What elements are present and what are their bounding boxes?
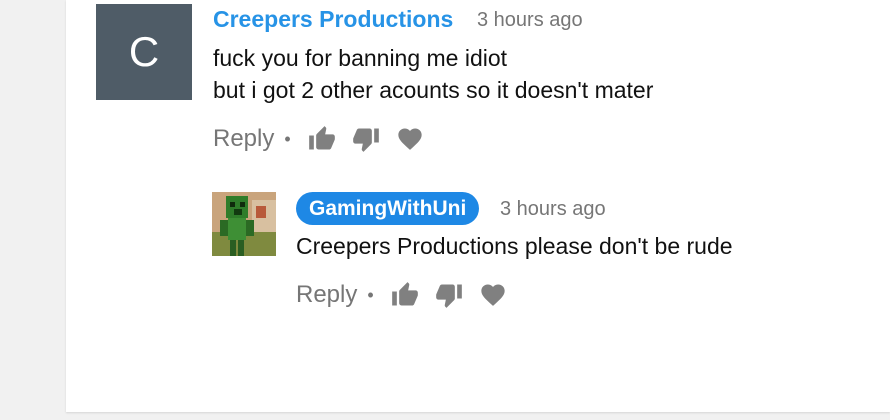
comment-author-link[interactable]: Creepers Productions bbox=[213, 5, 453, 33]
avatar[interactable] bbox=[212, 192, 276, 256]
heart-icon[interactable] bbox=[393, 124, 427, 154]
reply-text: Creepers Productions please don't be rud… bbox=[296, 233, 733, 259]
comment-text-line-2: but i got 2 other acounts so it doesn't … bbox=[213, 77, 654, 103]
reply-timestamp[interactable]: 3 hours ago bbox=[500, 195, 606, 223]
minecraft-avatar-icon bbox=[212, 192, 276, 256]
thumbs-up-icon[interactable] bbox=[305, 124, 339, 154]
separator-dot: • bbox=[284, 128, 291, 149]
thumbs-down-icon[interactable] bbox=[432, 280, 466, 310]
thumbs-up-icon[interactable] bbox=[388, 280, 422, 310]
reply-author-badge[interactable]: GamingWithUni bbox=[296, 192, 480, 225]
reply-actions: Reply • bbox=[296, 278, 520, 312]
comment-timestamp[interactable]: 3 hours ago bbox=[477, 6, 583, 34]
avatar[interactable]: C bbox=[96, 4, 192, 100]
separator-dot: • bbox=[367, 284, 374, 305]
thumbs-down-icon[interactable] bbox=[349, 124, 383, 154]
comment-text-line-1: fuck you for banning me idiot bbox=[213, 45, 508, 71]
reply-button[interactable]: Reply bbox=[296, 281, 357, 309]
reply-button[interactable]: Reply bbox=[213, 125, 274, 153]
avatar-letter: C bbox=[128, 28, 160, 75]
heart-icon[interactable] bbox=[476, 280, 510, 310]
comment-actions: Reply • bbox=[213, 122, 437, 156]
